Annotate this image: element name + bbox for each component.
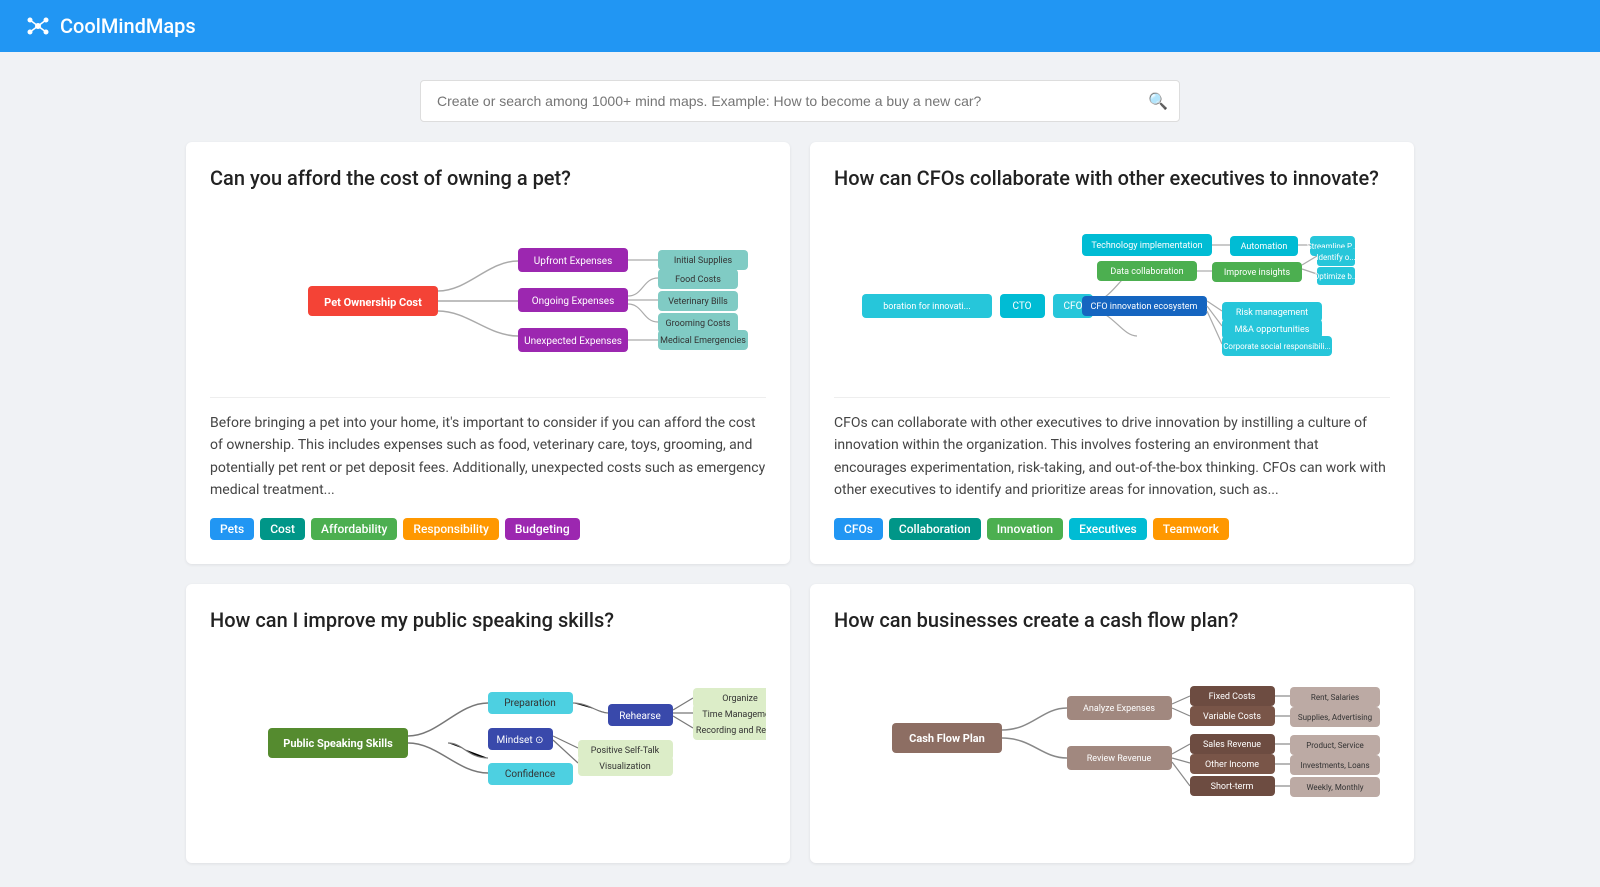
search-input[interactable] xyxy=(420,80,1180,122)
tag-innovation[interactable]: Innovation xyxy=(987,518,1063,540)
tag-pets[interactable]: Pets xyxy=(210,518,254,540)
tag-responsibility[interactable]: Responsibility xyxy=(403,518,498,540)
logo-icon xyxy=(24,12,52,40)
mindmap-cfo: boration for innovati... CTO CFO Technol… xyxy=(834,206,1390,381)
svg-text:Analyze Expenses: Analyze Expenses xyxy=(1083,704,1155,714)
svg-text:Mindset ⊙: Mindset ⊙ xyxy=(497,735,544,746)
svg-text:Ongoing Expenses: Ongoing Expenses xyxy=(532,296,614,307)
tag-budgeting[interactable]: Budgeting xyxy=(505,518,580,540)
svg-text:M&A opportunities: M&A opportunities xyxy=(1235,325,1310,335)
svg-text:Preparation: Preparation xyxy=(504,698,556,709)
card-public-speaking[interactable]: How can I improve my public speaking ski… xyxy=(186,584,790,863)
svg-text:Cash Flow Plan: Cash Flow Plan xyxy=(909,732,985,745)
svg-text:Data collaboration: Data collaboration xyxy=(1110,267,1183,277)
search-section: 🔍 xyxy=(0,52,1600,142)
svg-text:Technology implementation: Technology implementation xyxy=(1091,241,1202,251)
svg-text:Investments, Loans: Investments, Loans xyxy=(1300,761,1369,770)
svg-text:Rehearse: Rehearse xyxy=(619,711,661,722)
card-pet-ownership[interactable]: Can you afford the cost of owning a pet?… xyxy=(186,142,790,564)
search-wrapper: 🔍 xyxy=(420,80,1180,122)
svg-text:Time Management: Time Management xyxy=(702,710,766,720)
svg-text:Short-term: Short-term xyxy=(1211,782,1254,792)
svg-text:Confidence: Confidence xyxy=(505,768,555,780)
svg-text:Initial Supplies: Initial Supplies xyxy=(674,256,733,266)
svg-text:Unexpected Expenses: Unexpected Expenses xyxy=(524,336,622,347)
svg-text:Optimize b...: Optimize b... xyxy=(1314,272,1358,281)
svg-text:Corporate social responsibili.: Corporate social responsibili... xyxy=(1223,342,1331,351)
cards-grid: Can you afford the cost of owning a pet?… xyxy=(170,142,1430,887)
svg-text:Recording and Review: Recording and Review xyxy=(696,726,766,736)
svg-text:Rent, Salaries: Rent, Salaries xyxy=(1311,693,1359,702)
svg-text:Pet Ownership Cost: Pet Ownership Cost xyxy=(324,296,422,309)
card-desc-cfo: CFOs can collaborate with other executiv… xyxy=(834,397,1390,502)
svg-text:Supplies, Advertising: Supplies, Advertising xyxy=(1298,713,1372,722)
tag-affordability[interactable]: Affordability xyxy=(311,518,397,540)
svg-text:Review Revenue: Review Revenue xyxy=(1087,754,1152,764)
tag-cost[interactable]: Cost xyxy=(260,518,305,540)
svg-text:Veterinary Bills: Veterinary Bills xyxy=(668,297,728,307)
mindmap-pet: Pet Ownership Cost Upfront Expenses Init… xyxy=(210,206,766,381)
mindmap-cashflow: Cash Flow Plan Analyze Expenses Fixed Co… xyxy=(834,648,1390,823)
mindmap-speaking: Public Speaking Skills Preparation Rehea… xyxy=(210,648,766,823)
tag-teamwork[interactable]: Teamwork xyxy=(1153,518,1229,540)
card-desc-pet: Before bringing a pet into your home, it… xyxy=(210,397,766,502)
svg-text:CFO: CFO xyxy=(1064,301,1083,312)
tag-collaboration[interactable]: Collaboration xyxy=(889,518,981,540)
svg-text:Organize: Organize xyxy=(722,694,758,704)
card-title-pet: Can you afford the cost of owning a pet? xyxy=(210,166,766,190)
tag-executives[interactable]: Executives xyxy=(1069,518,1147,540)
card-cash-flow[interactable]: How can businesses create a cash flow pl… xyxy=(810,584,1414,863)
svg-text:Risk management: Risk management xyxy=(1236,308,1308,318)
app-header: CoolMindMaps xyxy=(0,0,1600,52)
svg-text:Fixed Costs: Fixed Costs xyxy=(1209,692,1256,702)
svg-text:Medical Emergencies: Medical Emergencies xyxy=(660,336,746,346)
logo[interactable]: CoolMindMaps xyxy=(24,12,196,40)
svg-text:Automation: Automation xyxy=(1241,242,1288,252)
svg-text:Weekly, Monthly: Weekly, Monthly xyxy=(1306,783,1363,792)
card-cfo[interactable]: How can CFOs collaborate with other exec… xyxy=(810,142,1414,564)
svg-text:Sales Revenue: Sales Revenue xyxy=(1203,740,1261,750)
card-title-speaking: How can I improve my public speaking ski… xyxy=(210,608,766,632)
svg-text:Product, Service: Product, Service xyxy=(1306,741,1364,750)
svg-text:CTO: CTO xyxy=(1012,301,1031,312)
card-tags-cfo: CFOs Collaboration Innovation Executives… xyxy=(834,518,1390,540)
tag-cfos[interactable]: CFOs xyxy=(834,518,883,540)
svg-text:CFO innovation ecosystem: CFO innovation ecosystem xyxy=(1091,302,1198,312)
card-title-cashflow: How can businesses create a cash flow pl… xyxy=(834,608,1390,632)
svg-text:Improve insights: Improve insights xyxy=(1224,268,1291,278)
svg-text:Food Costs: Food Costs xyxy=(675,275,721,285)
svg-text:Identify o...: Identify o... xyxy=(1316,253,1355,262)
svg-text:boration for innovati...: boration for innovati... xyxy=(883,302,971,312)
search-icon: 🔍 xyxy=(1148,92,1168,111)
svg-text:Grooming Costs: Grooming Costs xyxy=(666,319,731,329)
card-tags-pet: Pets Cost Affordability Responsibility B… xyxy=(210,518,766,540)
svg-text:Public Speaking Skills: Public Speaking Skills xyxy=(283,737,393,750)
svg-text:Visualization: Visualization xyxy=(599,762,650,772)
svg-text:Other Income: Other Income xyxy=(1205,760,1259,770)
logo-text: CoolMindMaps xyxy=(60,14,196,38)
svg-text:Upfront Expenses: Upfront Expenses xyxy=(534,255,613,267)
svg-text:Variable Costs: Variable Costs xyxy=(1203,712,1261,722)
svg-text:Positive Self-Talk: Positive Self-Talk xyxy=(591,746,660,756)
card-title-cfo: How can CFOs collaborate with other exec… xyxy=(834,166,1390,190)
